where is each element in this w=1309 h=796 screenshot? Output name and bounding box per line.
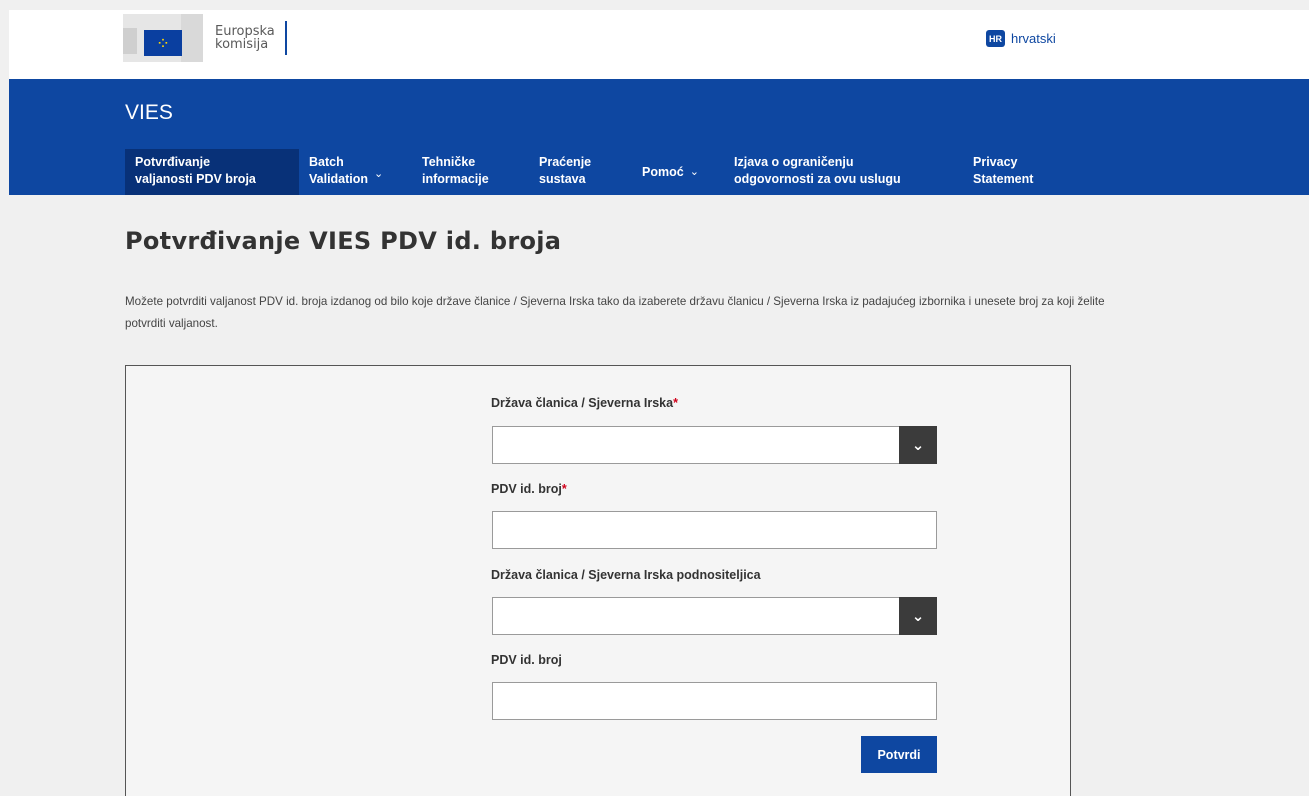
member-state-label-text: Država članica / Sjeverna Irska — [491, 396, 674, 410]
vat-number-input[interactable] — [492, 511, 937, 549]
page-title: Potvrđivanje VIES PDV id. broja — [125, 227, 562, 255]
european-commission-logo[interactable]: ⁘ Europska komisija — [123, 12, 287, 64]
main-navigation: Potvrđivanje valjanosti PDV broja Batch … — [125, 149, 1073, 195]
requester-vat-label: PDV id. broj — [491, 653, 562, 667]
requester-vat-input[interactable] — [492, 682, 937, 720]
member-state-select[interactable]: ⌄ — [492, 426, 937, 464]
requester-state-label: Država članica / Sjeverna Irska podnosit… — [491, 568, 761, 582]
vat-number-label: PDV id. broj* — [491, 482, 567, 496]
nav-item-label: valjanosti PDV broja — [135, 172, 256, 186]
site-header: VIES Potvrđivanje valjanosti PDV broja B… — [9, 79, 1309, 195]
requester-state-label-text: Država članica / Sjeverna Irska podnosit… — [491, 568, 761, 582]
nav-item-label: Privacy — [973, 155, 1018, 169]
page: ⁘ Europska komisija HR hrvatski VIES Pot… — [9, 10, 1309, 796]
nav-item-help[interactable]: Pomoć ⌄ — [632, 149, 724, 195]
eu-flag-icon: ⁘ — [144, 30, 182, 56]
chevron-down-icon[interactable]: ⌄ — [899, 426, 937, 464]
chevron-down-icon: ⌄ — [374, 168, 384, 180]
nav-item-label: sustava — [539, 172, 586, 186]
nav-item-label: odgovornosti za ovu uslugu — [734, 172, 901, 186]
nav-item-vat-validation[interactable]: Potvrđivanje valjanosti PDV broja — [125, 149, 299, 195]
submit-button[interactable]: Potvrdi — [861, 736, 937, 773]
vat-number-label-text: PDV id. broj — [491, 482, 562, 496]
nav-item-label: Praćenje — [539, 155, 592, 169]
nav-item-label: Tehničke — [422, 155, 476, 169]
site-name[interactable]: VIES — [125, 101, 173, 125]
nav-item-label: Validation — [309, 172, 369, 186]
nav-item-privacy-statement[interactable]: Privacy Statement — [963, 149, 1073, 195]
top-header: ⁘ Europska komisija HR hrvatski — [9, 10, 1309, 79]
nav-item-label: Izjava o ograničenju — [734, 155, 854, 169]
intro-text: Možete potvrditi valjanost PDV id. broja… — [125, 295, 1105, 330]
requester-state-select[interactable]: ⌄ — [492, 597, 937, 635]
logo-text: Europska komisija — [215, 25, 275, 51]
required-marker: * — [561, 482, 567, 496]
nav-item-label: informacije — [422, 172, 489, 186]
nav-item-label: Statement — [973, 172, 1034, 186]
logo-divider — [284, 21, 287, 55]
member-state-label: Država članica / Sjeverna Irska* — [491, 396, 678, 410]
requester-vat-label-text: PDV id. broj — [491, 653, 562, 667]
chevron-down-icon: ⌄ — [689, 165, 699, 178]
validation-form-panel: Država članica / Sjeverna Irska* ⌄ PDV i… — [125, 365, 1071, 796]
nav-item-technical-info[interactable]: Tehničke informacije — [412, 149, 529, 195]
logo-building-graphic: ⁘ — [123, 14, 203, 62]
language-selector[interactable]: HR hrvatski — [986, 30, 1056, 47]
nav-item-system-monitoring[interactable]: Praćenje sustava — [529, 149, 632, 195]
nav-item-disclaimer[interactable]: Izjava o ograničenju odgovornosti za ovu… — [724, 149, 963, 195]
nav-item-label: Batch — [309, 155, 344, 169]
logo-text-line2: komisija — [215, 37, 269, 52]
nav-item-label: Potvrđivanje — [135, 155, 211, 169]
nav-item-label: Pomoć — [642, 164, 684, 179]
chevron-down-icon[interactable]: ⌄ — [899, 597, 937, 635]
language-badge-icon: HR — [986, 30, 1005, 47]
language-label[interactable]: hrvatski — [1011, 31, 1056, 46]
nav-item-batch-validation[interactable]: Batch Validation ⌄ — [299, 149, 412, 195]
required-marker: * — [673, 396, 678, 410]
